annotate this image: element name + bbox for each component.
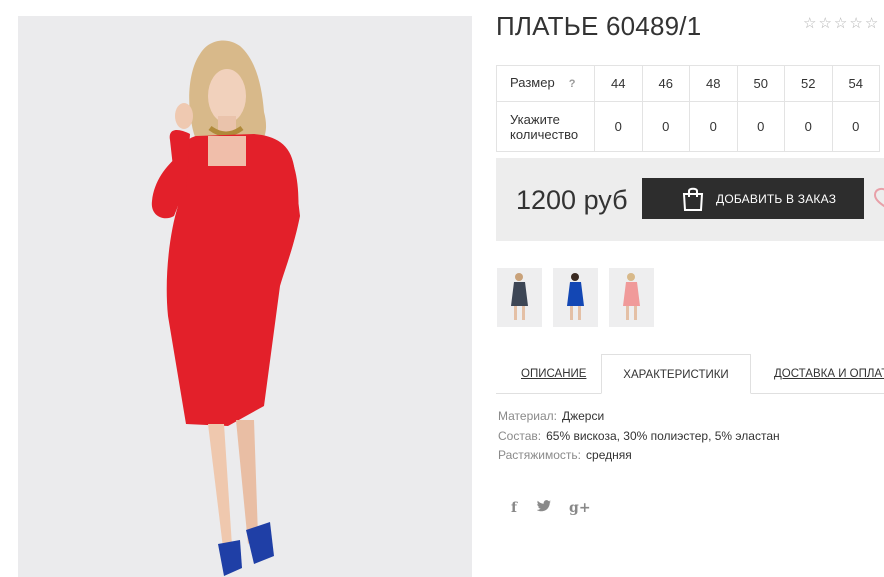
quantity-input[interactable]: 0 — [689, 101, 738, 152]
spec-key: Растяжимость: — [498, 448, 582, 462]
size-header: Размер? — [496, 65, 595, 102]
star-icon[interactable]: ☆ — [818, 16, 831, 31]
star-icon[interactable]: ☆ — [834, 16, 847, 31]
spec-value: Джерси — [561, 409, 605, 423]
size-help-icon[interactable]: ? — [569, 78, 576, 90]
size-label: Размер — [510, 75, 555, 90]
facebook-icon[interactable]: f — [511, 500, 517, 516]
size-cell: 52 — [784, 65, 833, 102]
quantity-input[interactable]: 0 — [736, 101, 785, 152]
google-plus-icon[interactable]: g+ — [569, 500, 591, 516]
thumb-grey[interactable] — [497, 268, 542, 327]
quantity-row: Укажите количество 0 0 0 0 0 0 — [496, 101, 880, 152]
tab-characteristics[interactable]: ХАРАКТЕРИСТИКИ — [601, 354, 751, 394]
product-main-image[interactable] — [18, 16, 472, 577]
spec-value: 65% вискоза, 30% полиэстер, 5% эластан — [546, 428, 780, 443]
thumb-blue[interactable] — [553, 268, 598, 327]
size-quantity-table: Размер? 44 46 48 50 52 54 Укажите количе… — [496, 65, 880, 152]
twitter-icon[interactable] — [536, 499, 552, 517]
star-icon[interactable]: ☆ — [865, 16, 878, 31]
heart-icon[interactable] — [873, 186, 884, 215]
spec-row: Растяжимость: средняя — [498, 446, 780, 466]
tab-description-label: ОПИСАНИЕ — [521, 368, 587, 380]
quantity-input[interactable]: 0 — [831, 101, 880, 152]
size-row: Размер? 44 46 48 50 52 54 — [496, 65, 880, 102]
add-to-order-label: ДОБАВИТЬ В ЗАКАЗ — [716, 191, 837, 206]
product-title: ПЛАТЬЕ 60489/1 — [496, 11, 702, 41]
spec-row: Материал: Джерси — [498, 407, 780, 427]
product-tabs: ОПИСАНИЕ ХАРАКТЕРИСТИКИ ДОСТАВКА И ОПЛАТ… — [496, 354, 884, 394]
tab-delivery-label: ДОСТАВКА И ОПЛАТА — [774, 368, 884, 380]
spec-value: средняя — [586, 448, 632, 462]
share-links: f g+ — [511, 499, 591, 517]
add-to-order-button[interactable]: ДОБАВИТЬ В ЗАКАЗ — [642, 178, 864, 219]
quantity-input[interactable]: 0 — [784, 101, 833, 152]
color-thumbnails — [497, 268, 654, 327]
spec-key: Материал: — [498, 409, 557, 423]
product-price: 1200 руб — [516, 185, 628, 215]
star-icon[interactable]: ☆ — [803, 16, 816, 31]
size-cell: 48 — [689, 65, 738, 102]
tab-description[interactable]: ОПИСАНИЕ — [521, 354, 586, 393]
spec-row: Состав: 65% вискоза, 30% полиэстер, 5% эл… — [498, 427, 780, 447]
quantity-label: Укажите количество — [496, 101, 595, 152]
quantity-input[interactable]: 0 — [641, 101, 690, 152]
shopping-bag-icon — [681, 186, 705, 215]
star-icon[interactable]: ☆ — [849, 16, 862, 31]
size-cell: 46 — [641, 65, 690, 102]
quantity-input[interactable]: 0 — [594, 101, 643, 152]
tab-delivery[interactable]: ДОСТАВКА И ОПЛАТА — [774, 354, 884, 393]
size-cell: 44 — [594, 65, 643, 102]
size-cell: 54 — [831, 65, 880, 102]
size-cell: 50 — [736, 65, 785, 102]
thumb-pink[interactable] — [609, 268, 654, 327]
spec-key: Состав: — [498, 428, 542, 443]
buy-box: 1200 руб ДОБАВИТЬ В ЗАКАЗ — [496, 158, 884, 241]
tab-characteristics-label: ХАРАКТЕРИСТИКИ — [623, 369, 729, 381]
characteristics-list: Материал: Джерси Состав: 65% вискоза, 30% … — [498, 407, 780, 466]
rating-stars[interactable]: ☆ ☆ ☆ ☆ ☆ — [803, 16, 878, 31]
